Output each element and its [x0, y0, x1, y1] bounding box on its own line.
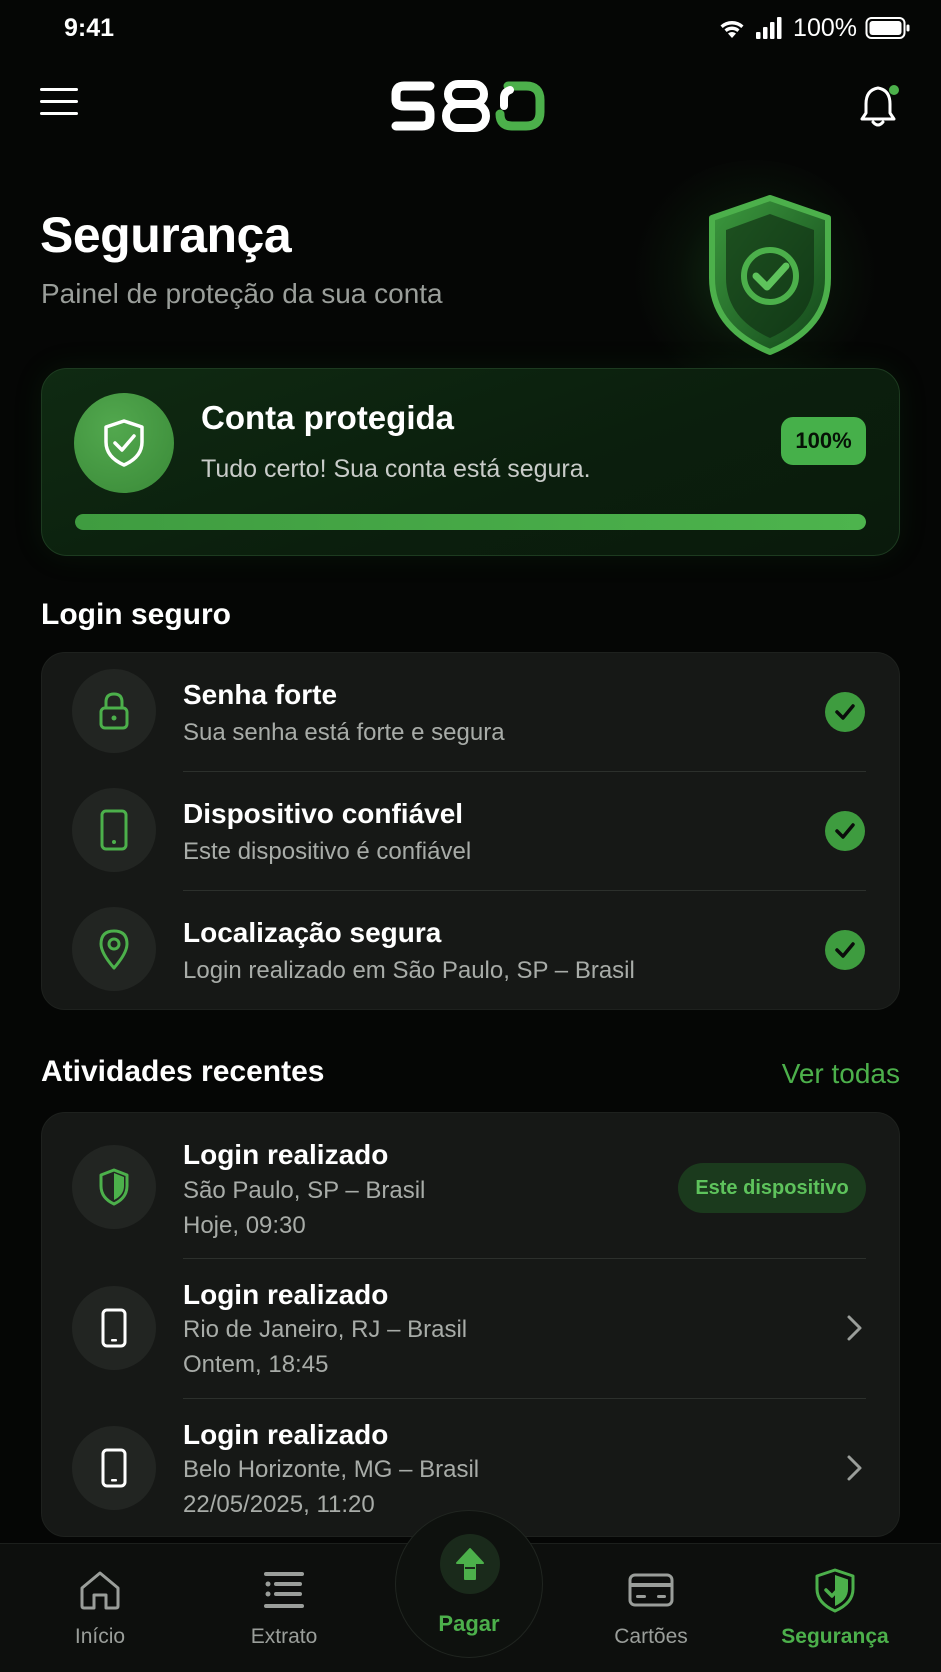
menu-button[interactable] [40, 88, 80, 122]
account-protection-card: Conta protegida Tudo certo! Sua conta es… [41, 368, 900, 556]
nav-label: Segurança [781, 1625, 889, 1648]
shield-icon [99, 1168, 129, 1206]
phone-icon-circle [72, 788, 156, 872]
phone-icon [101, 1308, 127, 1348]
notifications-button[interactable] [858, 82, 902, 130]
check-icon [825, 692, 865, 732]
card-icon [628, 1573, 674, 1607]
status-indicators: 100% [717, 14, 911, 43]
activity-location: Belo Horizonte, MG – Brasil [183, 1456, 480, 1483]
list-item-subtitle: Este dispositivo é confiável [183, 838, 472, 865]
protection-percent-badge: 100% [781, 417, 866, 465]
see-all-link[interactable]: Ver todas [782, 1058, 900, 1090]
activity-time: Hoje, 09:30 [183, 1212, 306, 1239]
page-title: Segurança [40, 207, 292, 263]
secure-login-card: Senha forte Sua senha está forte e segur… [41, 652, 900, 1010]
activity-section-title: Atividades recentes [41, 1055, 325, 1088]
pay-icon [456, 1548, 484, 1580]
this-device-badge: Este dispositivo [678, 1163, 866, 1213]
protection-subtitle: Tudo certo! Sua conta está segura. [201, 455, 591, 483]
status-time: 9:41 [64, 13, 115, 42]
list-item-title: Dispositivo confiável [183, 798, 464, 829]
activity-title: Login realizado [183, 1139, 389, 1170]
check-icon [825, 930, 865, 970]
list-item-subtitle: Sua senha está forte e segura [183, 719, 505, 746]
battery-percent: 100% [793, 13, 857, 42]
list-item-title: Senha forte [183, 679, 338, 710]
nav-item-cards[interactable]: Cartões [576, 1544, 726, 1672]
nav-label: Cartões [614, 1625, 688, 1648]
list-item-secure-location[interactable]: Localização segura Login realizado em Sã… [42, 891, 901, 1009]
activity-time: Ontem, 18:45 [183, 1351, 329, 1378]
location-pin-icon [99, 929, 129, 970]
activity-location: Rio de Janeiro, RJ – Brasil [183, 1316, 468, 1343]
nav-label: Extrato [250, 1625, 318, 1648]
pay-icon-circle [440, 1534, 500, 1594]
nav-item-statement[interactable]: Extrato [209, 1544, 359, 1672]
login-section-title: Login seguro [41, 598, 231, 631]
app-bar [0, 74, 941, 140]
pay-label: Pagar [438, 1611, 500, 1636]
phone-icon-circle [72, 1426, 156, 1510]
shield-icon-circle [72, 1145, 156, 1229]
shield-check-icon [104, 419, 144, 467]
status-bar: 9:41 100% [0, 0, 941, 56]
list-item-title: Localização segura [183, 917, 442, 948]
protection-progress-bar [75, 514, 866, 530]
check-icon [825, 811, 865, 851]
notification-dot [889, 85, 899, 95]
protection-title: Conta protegida [201, 399, 454, 436]
menu-icon [40, 88, 78, 91]
list-item-strong-password[interactable]: Senha forte Sua senha está forte e segur… [42, 653, 901, 771]
activity-time: 22/05/2025, 11:20 [183, 1491, 375, 1518]
phone-icon [100, 809, 128, 851]
statement-icon [264, 1572, 304, 1608]
chevron-right-icon[interactable] [842, 1453, 866, 1483]
wifi-icon [720, 21, 744, 38]
home-icon [80, 1571, 120, 1610]
brand-logo [391, 80, 545, 132]
nav-label: Início [74, 1625, 126, 1648]
nav-item-home[interactable]: Início [25, 1544, 175, 1672]
page-subtitle: Painel de proteção da sua conta [41, 278, 443, 309]
activity-location: São Paulo, SP – Brasil [183, 1177, 426, 1204]
list-item-subtitle: Login realizado em São Paulo, SP – Brasi… [183, 957, 635, 984]
protection-progress-fill [75, 514, 866, 530]
activity-title: Login realizado [183, 1419, 389, 1450]
activity-item[interactable]: Login realizado Rio de Janeiro, RJ – Bra… [42, 1259, 901, 1398]
nav-item-security[interactable]: Segurança [760, 1544, 910, 1672]
activity-title: Login realizado [183, 1279, 389, 1310]
lock-icon-circle [72, 669, 156, 753]
signal-icon [756, 17, 782, 39]
shield-icon [815, 1568, 855, 1613]
protection-icon-circle [74, 393, 174, 493]
phone-icon [101, 1448, 127, 1488]
shield-check-illustration-icon [709, 195, 831, 355]
battery-icon [865, 17, 910, 39]
phone-icon-circle [72, 1286, 156, 1370]
recent-activity-card: Login realizado São Paulo, SP – Brasil H… [41, 1112, 900, 1537]
list-item-trusted-device[interactable]: Dispositivo confiável Este dispositivo é… [42, 772, 901, 890]
activity-item[interactable]: Login realizado São Paulo, SP – Brasil H… [42, 1113, 901, 1258]
location-pin-icon-circle [72, 907, 156, 991]
lock-icon [99, 692, 129, 730]
chevron-right-icon[interactable] [842, 1313, 866, 1343]
bell-icon [860, 85, 899, 127]
pay-button[interactable]: Pagar [395, 1510, 543, 1658]
